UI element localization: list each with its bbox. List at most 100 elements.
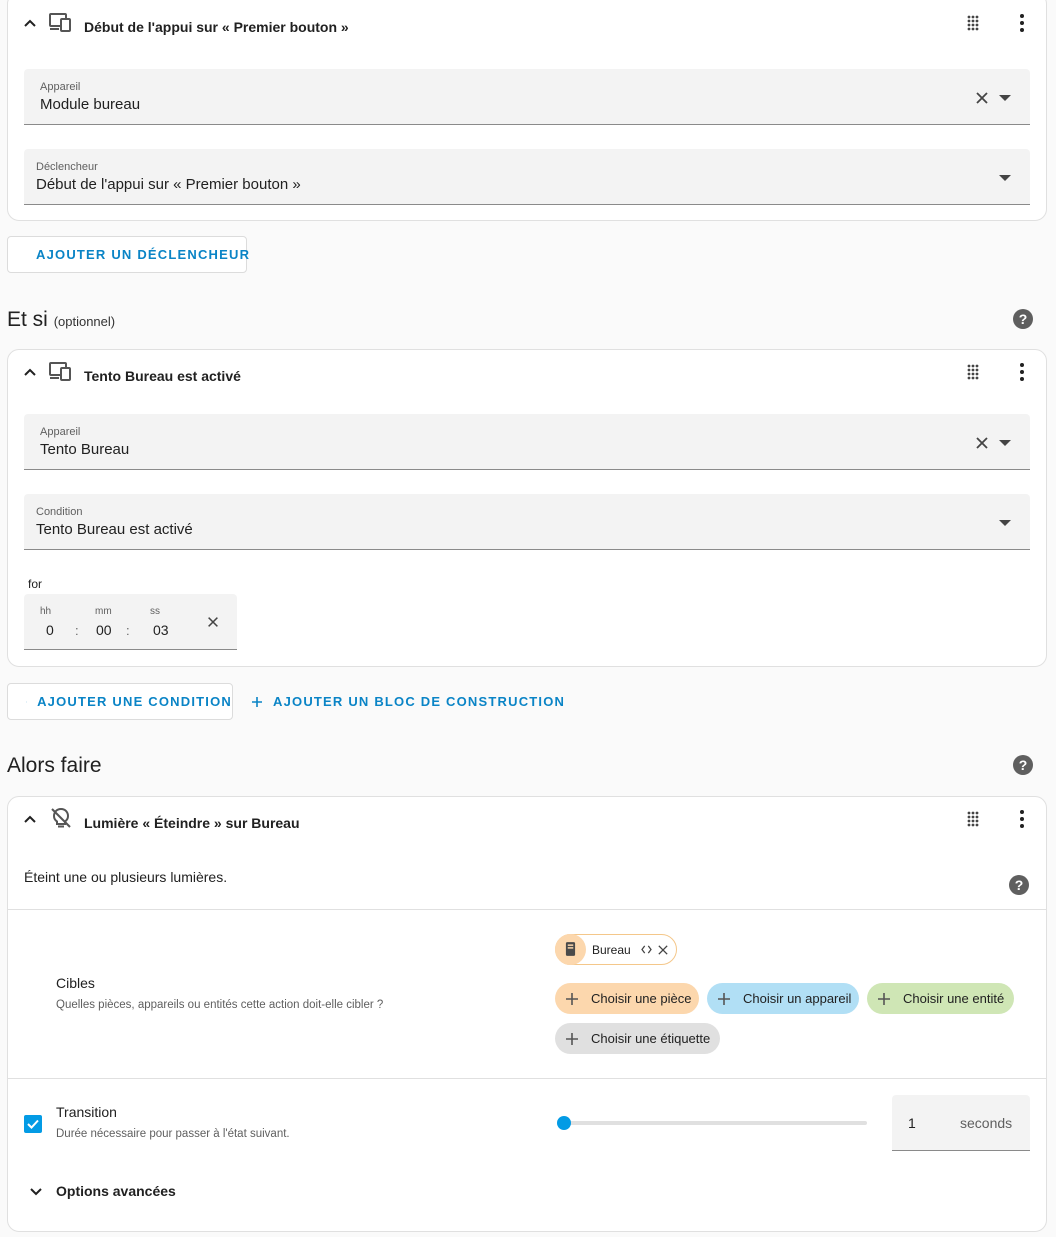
chevron-down-icon (30, 1188, 42, 1196)
drag-handle-icon[interactable] (966, 810, 984, 828)
remove-icon[interactable] (658, 945, 668, 955)
add-trigger-button[interactable]: AJOUTER UN DÉCLENCHEUR (7, 236, 251, 273)
trigger-select[interactable]: Déclencheur Début de l'appui sur « Premi… (24, 149, 1030, 205)
device-select-label: Appareil (40, 426, 81, 438)
plus-icon (718, 992, 730, 1005)
check-icon (27, 1119, 39, 1129)
chip-label: Bureau (592, 943, 631, 957)
actions-title: Alors faire (7, 754, 102, 777)
choose-device-chip[interactable]: Choisir un appareil (707, 983, 859, 1014)
device-select-label: Appareil (40, 81, 81, 93)
choose-entity-chip[interactable]: Choisir une entité (867, 983, 1014, 1014)
plus-icon (566, 992, 578, 1005)
plus-icon (26, 701, 27, 702)
more-menu-icon[interactable] (1014, 362, 1030, 382)
help-icon[interactable]: ? (1012, 308, 1034, 330)
choose-entity-label: Choisir une entité (903, 991, 1005, 1006)
condition-card-title: Tento Bureau est activé (84, 368, 241, 384)
dropdown-arrow-icon[interactable] (998, 518, 1012, 528)
device-icon (565, 942, 576, 956)
condition-select-label: Condition (36, 506, 83, 518)
add-condition-label: AJOUTER UNE CONDITION (37, 694, 232, 709)
condition-card: Tento Bureau est activé Appareil Tento B… (7, 349, 1047, 667)
help-icon[interactable]: ? (1012, 754, 1034, 776)
drag-handle-icon[interactable] (966, 14, 984, 32)
action-card: Lumière « Éteindre » sur Bureau Éteint u… (7, 796, 1047, 1232)
choose-label-chip[interactable]: Choisir une étiquette (555, 1023, 720, 1054)
transition-unit: seconds (960, 1115, 1013, 1131)
slider-thumb[interactable] (557, 1116, 571, 1130)
device-select-value: Tento Bureau (40, 441, 130, 458)
for-label: for (28, 577, 43, 591)
targets-label: Cibles (56, 975, 95, 991)
conditions-title: Et si (7, 308, 48, 331)
condition-select[interactable]: Condition Tento Bureau est activé (24, 494, 1030, 550)
choose-label-label: Choisir une étiquette (591, 1031, 711, 1046)
clear-icon[interactable] (974, 435, 990, 451)
advanced-options-label: Options avancées (56, 1183, 176, 1199)
hours-label: hh (40, 606, 52, 617)
selected-target-chip[interactable]: Bureau (555, 934, 677, 965)
choose-device-label: Choisir un appareil (743, 991, 852, 1006)
duration-input: hh 0 : mm 00 : ss 03 (24, 594, 237, 650)
plus-icon (878, 992, 890, 1005)
minutes-value[interactable]: 00 (96, 622, 112, 638)
action-card-header[interactable]: Lumière « Éteindre » sur Bureau (8, 797, 1046, 849)
clear-icon[interactable] (206, 615, 220, 629)
chip-avatar (555, 934, 586, 965)
transition-input-value[interactable]: 1 (908, 1115, 916, 1131)
actions-section-title: Alors faire (7, 754, 102, 778)
targets-helper: Quelles pièces, appareils ou entités cet… (56, 999, 384, 1011)
chevron-up-icon[interactable] (22, 364, 38, 380)
plus-icon (566, 1032, 578, 1045)
help-icon[interactable]: ? (1008, 874, 1030, 896)
transition-number-field[interactable]: 1 seconds (892, 1095, 1030, 1151)
drag-handle-icon[interactable] (966, 363, 984, 381)
device-select[interactable]: Appareil Module bureau (24, 69, 1030, 125)
chevron-up-icon[interactable] (22, 15, 38, 31)
dropdown-arrow-icon[interactable] (998, 173, 1012, 183)
dropdown-arrow-icon[interactable] (998, 438, 1012, 448)
condition-device-select[interactable]: Appareil Tento Bureau (24, 414, 1030, 470)
divider (8, 909, 1046, 910)
device-select-value: Module bureau (40, 96, 141, 113)
divider (8, 1078, 1046, 1079)
add-trigger-label: AJOUTER UN DÉCLENCHEUR (36, 247, 251, 262)
transition-checkbox[interactable] (24, 1115, 42, 1133)
choose-area-chip[interactable]: Choisir une pièce (555, 983, 699, 1014)
condition-card-header[interactable]: Tento Bureau est activé (8, 350, 1046, 402)
conditions-optional: (optionnel) (53, 314, 116, 329)
add-building-block-label: AJOUTER UN BLOC DE CONSTRUCTION (273, 694, 566, 709)
clear-icon[interactable] (974, 90, 990, 106)
seconds-value[interactable]: 03 (153, 622, 169, 638)
hours-value[interactable]: 0 (46, 622, 54, 638)
transition-slider[interactable] (557, 1116, 867, 1130)
trigger-card: Début de l'appui sur « Premier bouton » … (7, 0, 1047, 221)
minutes-label: mm (95, 606, 112, 617)
add-condition-button[interactable]: AJOUTER UNE CONDITION (7, 683, 233, 720)
choose-area-label: Choisir une pièce (591, 991, 692, 1006)
svg-text:?: ? (1019, 311, 1028, 327)
duration-underline (24, 648, 189, 649)
svg-text:?: ? (1015, 877, 1024, 893)
add-building-block-button[interactable]: AJOUTER UN BLOC DE CONSTRUCTION (251, 683, 565, 720)
expand-icon[interactable] (641, 945, 652, 954)
seconds-label: ss (150, 606, 160, 617)
chevron-up-icon[interactable] (22, 811, 38, 827)
devices-icon (49, 13, 71, 32)
trigger-select-label: Déclencheur (36, 161, 98, 173)
more-menu-icon[interactable] (1014, 13, 1030, 33)
trigger-card-title: Début de l'appui sur « Premier bouton » (84, 19, 349, 35)
trigger-select-value: Début de l'appui sur « Premier bouton » (36, 176, 301, 193)
separator: : (126, 623, 130, 638)
devices-icon (49, 362, 71, 381)
trigger-card-header[interactable]: Début de l'appui sur « Premier bouton » (8, 1, 1046, 53)
action-card-title: Lumière « Éteindre » sur Bureau (84, 815, 300, 831)
action-description: Éteint une ou plusieurs lumières. (24, 869, 228, 885)
advanced-options-toggle[interactable]: Options avancées (24, 1177, 274, 1207)
more-menu-icon[interactable] (1014, 809, 1030, 829)
separator: : (75, 623, 79, 638)
transition-helper: Durée nécessaire pour passer à l'état su… (56, 1128, 290, 1140)
dropdown-arrow-icon[interactable] (998, 93, 1012, 103)
plus-icon (252, 696, 262, 707)
